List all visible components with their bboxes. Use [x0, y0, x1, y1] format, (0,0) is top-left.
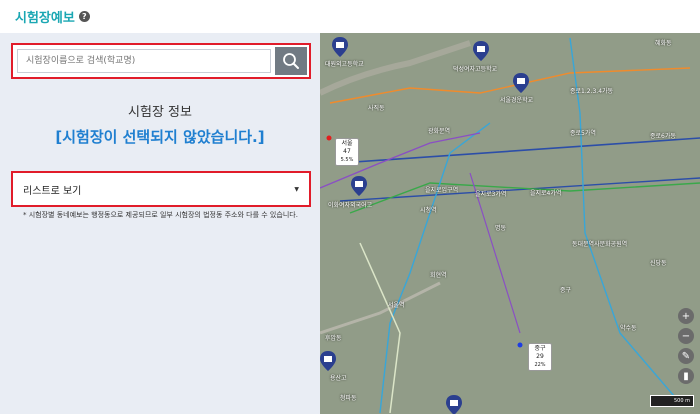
school-marker-icon[interactable] — [473, 41, 489, 61]
map-label: 약수동 — [620, 325, 637, 332]
map-view[interactable]: 대원외고등학교 덕성여자고등학교 서울경운학교 종로1.2.3.4가동 사직동 … — [320, 33, 700, 414]
map-label: 중구 — [560, 287, 572, 294]
search-box — [11, 43, 311, 79]
weather-name: 중구 — [534, 345, 546, 352]
search-button[interactable] — [275, 47, 307, 75]
map-label: 이화여자외국어고 — [328, 202, 373, 209]
map-label: 사직동 — [368, 105, 385, 112]
school-marker-icon[interactable] — [513, 73, 529, 93]
search-icon — [283, 53, 299, 69]
map-layer-icon[interactable]: ▮ — [678, 368, 694, 384]
map-label: 종로5가역 — [570, 130, 596, 137]
map-label: 후암동 — [325, 335, 342, 342]
map-label: 시청역 — [420, 207, 437, 214]
school-marker-icon[interactable] — [351, 176, 367, 196]
view-select[interactable]: 리스트로 보기 ▼ — [17, 177, 305, 201]
map-label: 청파동 — [340, 395, 357, 402]
map-label: 서울경운학교 — [500, 97, 534, 104]
school-marker-icon[interactable] — [446, 395, 462, 414]
weather-box[interactable]: 서울 47 5.5% — [335, 138, 359, 166]
map-label: 광화문역 — [428, 128, 451, 135]
page-title: 시험장예보 — [15, 11, 75, 26]
weather-box[interactable]: 중구 29 22% — [528, 343, 552, 371]
map-label: 서울역 — [388, 302, 405, 309]
pencil-icon[interactable]: ✎ — [678, 348, 694, 364]
weather-temp: 29 — [536, 353, 544, 360]
map-label: 종로6가동 — [650, 133, 676, 140]
map-label: 용산고 — [330, 375, 347, 382]
info-title: 시험장 정보 — [128, 105, 192, 120]
left-panel: 시험장 정보 [시험장이 선택되지 않았습니다.] 리스트로 보기 ▼ * 시험… — [0, 33, 320, 414]
chevron-down-icon: ▼ — [294, 185, 299, 193]
weather-detail: 22% — [534, 362, 546, 368]
weather-temp: 47 — [343, 148, 351, 155]
search-input[interactable] — [17, 49, 271, 73]
map-label: 덕성여자고등학교 — [453, 66, 498, 73]
map-label: 을지로입구역 — [425, 187, 459, 194]
weather-name: 서울 — [341, 140, 353, 147]
map-label: 신당동 — [650, 260, 667, 267]
info-message: [시험장이 선택되지 않았습니다.] — [55, 128, 265, 146]
map-label: 명동 — [495, 225, 507, 232]
map-label: 혜화동 — [655, 40, 672, 47]
map-label: 종로1.2.3.4가동 — [570, 88, 614, 95]
school-marker-icon[interactable] — [320, 351, 336, 371]
map-label: 동대문역사문화공원역 — [572, 241, 628, 248]
map-label: 을지로3가역 — [475, 191, 507, 198]
map-label: 회현역 — [430, 272, 447, 279]
weather-detail: 5.5% — [340, 157, 354, 163]
zoom-in-button[interactable]: + — [678, 308, 694, 324]
notice-text: * 시험장별 동네예보는 행정동으로 제공되므로 일부 시험장의 법정동 주소와… — [23, 211, 298, 219]
school-marker-icon[interactable] — [332, 37, 348, 57]
map-label: 을지로4가역 — [530, 190, 562, 197]
zoom-out-button[interactable]: − — [678, 328, 694, 344]
view-select-box: 리스트로 보기 ▼ — [11, 171, 311, 207]
page-header: 시험장예보 ? — [15, 7, 90, 26]
view-select-value: 리스트로 보기 — [23, 185, 82, 197]
map-lines — [320, 33, 700, 414]
map-label: 대원외고등학교 — [325, 61, 364, 68]
map-scale: 500 m — [650, 395, 694, 407]
help-icon[interactable]: ? — [78, 11, 90, 22]
